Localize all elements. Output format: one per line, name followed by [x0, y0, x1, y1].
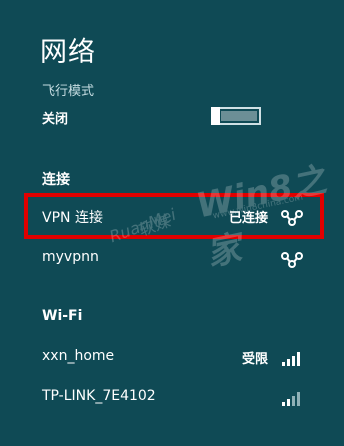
wifi-item-xxn-home[interactable]: xxn_home 受限 — [28, 337, 318, 377]
wifi-network-name: TP-LINK_7E4102 — [42, 388, 156, 404]
wifi-network-status: 受限 — [241, 352, 268, 367]
vpn-icon — [281, 206, 303, 226]
airplane-mode-label: 飞行模式 — [42, 84, 95, 99]
toggle-knob — [211, 107, 220, 125]
wifi-item-tp-link[interactable]: TP-LINK_7E4102 — [28, 377, 318, 417]
connection-status: 已连接 — [228, 211, 268, 226]
network-panel: 网络 飞行模式 关闭 连接 VPN 连接 已连接 myvpnn Wi-Fi xx… — [0, 0, 344, 446]
connection-name: VPN 连接 — [42, 210, 103, 226]
toggle-track — [221, 111, 257, 121]
airplane-mode-toggle[interactable] — [211, 107, 261, 125]
connection-item-vpn[interactable]: VPN 连接 已连接 — [28, 196, 318, 236]
panel-title: 网络 — [40, 37, 96, 68]
vpn-icon — [281, 248, 303, 268]
airplane-mode-state: 关闭 — [42, 112, 69, 127]
connection-name: myvpnn — [42, 249, 99, 265]
wifi-signal-icon — [281, 347, 303, 367]
wifi-network-name: xxn_home — [42, 348, 115, 364]
wifi-header: Wi-Fi — [42, 308, 83, 324]
connection-item-myvpnn[interactable]: myvpnn — [28, 238, 318, 278]
connections-header: 连接 — [42, 172, 70, 188]
wifi-signal-icon — [281, 387, 303, 407]
